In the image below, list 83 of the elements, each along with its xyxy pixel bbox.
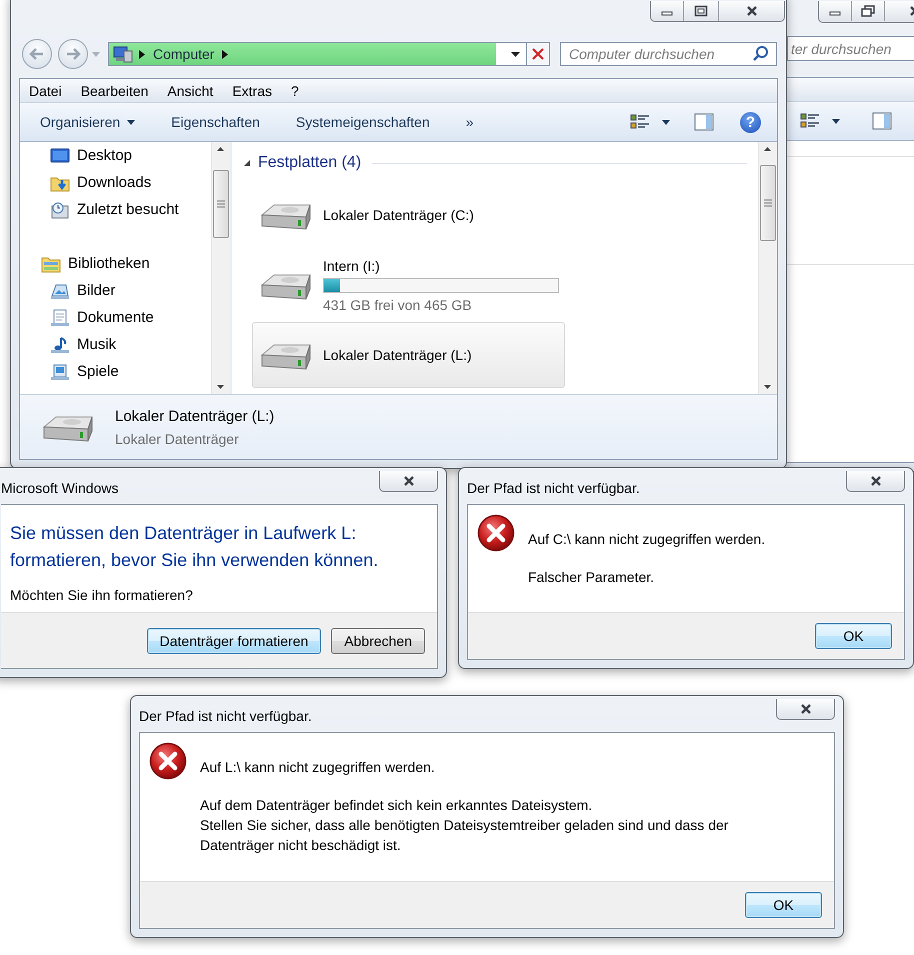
close-icon	[531, 47, 545, 61]
menu-item[interactable]: ?	[290, 82, 300, 98]
maximize-icon	[694, 5, 708, 17]
drive-tile[interactable]: Lokaler Datenträger (L:)	[252, 322, 565, 388]
search-field[interactable]: Computer durchsuchen	[560, 42, 777, 66]
error-detail: Falscher Parameter.	[528, 568, 656, 587]
toolbar-button[interactable]: Eigenschaften	[161, 108, 270, 136]
search-icon	[752, 45, 770, 63]
menu-item[interactable]: Extras	[231, 82, 274, 98]
drive-tile[interactable]: Intern (I:) 431 GB frei von 465 GB	[252, 252, 565, 318]
drive-label: Lokaler Datenträger (L:)	[323, 347, 472, 363]
right-arrow-icon	[65, 47, 81, 61]
nav-item[interactable]: Musik	[20, 331, 211, 358]
breadcrumb-item[interactable]: Computer	[151, 46, 216, 62]
error-detail: Stellen Sie sicher, dass alle benötigten Dateisystemtreiber geladen sind und dass der Datenträger nicht beschädigt ist.	[200, 816, 730, 855]
dialog-heading: Sie müssen den Datenträger in Laufwerk L: formatieren, bevor Sie ihn verwenden können.	[10, 522, 380, 572]
dialog-question: Möchten Sie ihn formatieren?	[10, 587, 194, 603]
dialog-button[interactable]: OK	[815, 623, 892, 649]
window-title: Der Pfad ist nicht verfügbar.	[467, 479, 641, 496]
error-detail: Auf dem Datenträger befindet sich kein erkanntes Dateisystem.	[200, 796, 594, 815]
nav-item[interactable]: Zuletzt besucht	[20, 196, 211, 223]
computer-icon	[113, 45, 133, 63]
view-list-icon	[800, 112, 820, 130]
grip-icon	[217, 200, 225, 208]
breadcrumb-arrow-icon	[222, 50, 228, 58]
menu-item[interactable]: Bearbeiten	[80, 82, 150, 98]
close-icon	[402, 475, 416, 487]
pane-icon	[694, 113, 714, 131]
error-icon	[477, 514, 515, 552]
caret-icon	[510, 52, 520, 56]
more-button[interactable]: »	[456, 108, 484, 136]
nav-item[interactable]: Spiele	[20, 358, 211, 385]
close-icon	[744, 5, 758, 17]
dialog-button[interactable]: OK	[745, 892, 822, 918]
restore-icon	[861, 5, 875, 17]
details-subtitle: Lokaler Datenträger	[115, 430, 240, 446]
breadcrumb-arrow-icon	[139, 50, 145, 58]
nav-item[interactable]: Downloads	[20, 169, 211, 196]
search-field[interactable]: ter durchsuchen	[787, 36, 914, 61]
music-note-icon	[50, 336, 70, 354]
dialog-button[interactable]: Datenträger formatieren	[146, 628, 322, 654]
scroll-thumb[interactable]	[213, 170, 229, 238]
window-title: Microsoft Windows	[1, 479, 120, 496]
caret-icon	[127, 120, 136, 124]
view-list-icon	[630, 113, 650, 131]
nav-item[interactable]: Bilder	[20, 277, 211, 304]
dialog-button[interactable]: Abbrechen	[331, 628, 425, 654]
close-icon	[868, 475, 882, 487]
menu-item[interactable]: Datei	[28, 82, 63, 98]
nav-item[interactable]: Dokumente	[20, 304, 211, 331]
left-arrow-icon	[29, 47, 45, 61]
grip-icon	[764, 199, 772, 207]
toolbar-button[interactable]: Organisieren	[30, 108, 146, 136]
error-icon	[149, 742, 187, 780]
group-header: Festplatten (4)	[258, 154, 362, 172]
details-title: Lokaler Datenträger (L:)	[115, 408, 274, 424]
caret-icon	[92, 52, 100, 56]
nav-item[interactable]: Bibliotheken	[20, 250, 211, 277]
caret-icon	[662, 120, 670, 124]
drive-label: Intern (I:)	[323, 258, 381, 274]
library-folder-icon	[41, 254, 61, 272]
stop-button[interactable]	[527, 42, 550, 66]
address-bar[interactable]: Computer	[108, 42, 527, 66]
picture-icon	[50, 282, 70, 300]
error-message: Auf C:\ kann nicht zugegriffen werden.	[528, 531, 766, 547]
drive-tile[interactable]: Lokaler Datenträger (C:)	[252, 182, 565, 248]
toolbar-button[interactable]: Systemeigenschaften	[286, 108, 440, 136]
error-message: Auf L:\ kann nicht zugegriffen werden.	[200, 759, 436, 775]
scrollbar[interactable]	[758, 142, 777, 394]
pane-icon	[872, 112, 892, 130]
caret-icon	[832, 118, 840, 124]
scroll-thumb[interactable]	[760, 165, 776, 241]
menu-item[interactable]: Ansicht	[166, 82, 214, 98]
nav-item[interactable]: Desktop	[20, 142, 211, 169]
drive-label: Lokaler Datenträger (C:)	[323, 207, 474, 223]
document-icon	[50, 308, 70, 326]
drive-free-space: 431 GB frei von 465 GB	[323, 296, 473, 312]
games-icon	[50, 362, 70, 380]
desktop-icon	[50, 146, 70, 164]
recent-places-icon	[50, 200, 70, 218]
scrollbar[interactable]	[211, 142, 230, 394]
close-icon	[798, 703, 812, 715]
window-title: Der Pfad ist nicht verfügbar.	[139, 707, 313, 724]
